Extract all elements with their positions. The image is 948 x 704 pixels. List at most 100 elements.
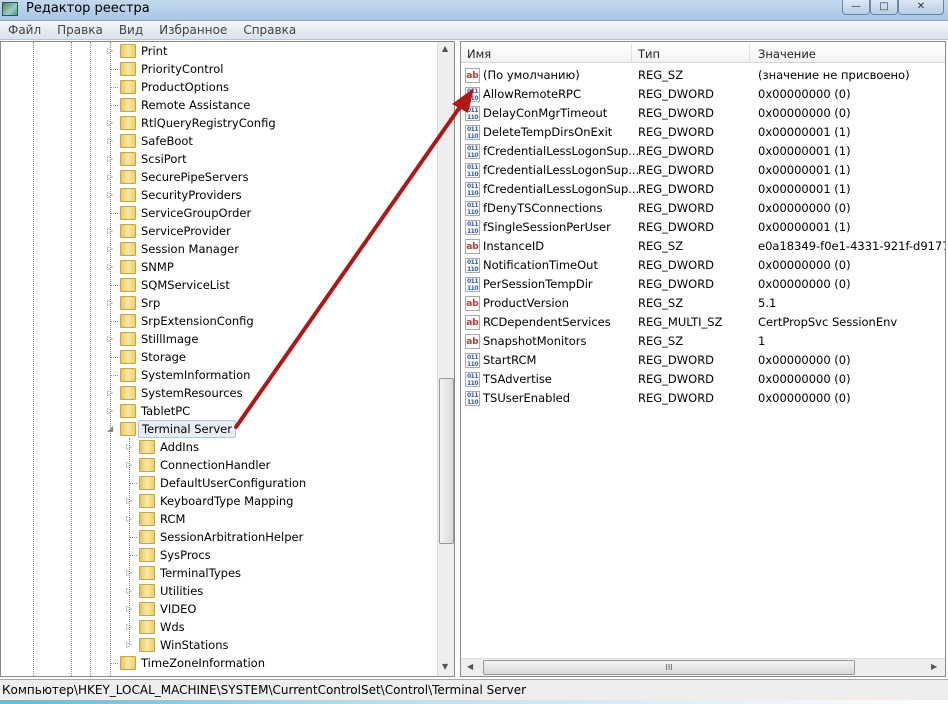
tree-item[interactable]: ▷ Session Manager (1, 240, 436, 258)
tree-item[interactable]: PriorityControl (1, 60, 436, 78)
expand-icon[interactable]: ▷ (107, 132, 115, 150)
tree-item[interactable]: SysProcs (1, 546, 436, 564)
tree-item[interactable]: ◢ Terminal Server (1, 420, 436, 438)
expand-icon[interactable]: ▷ (107, 186, 115, 204)
tree-item[interactable]: Storage (1, 348, 436, 366)
list-row[interactable]: ab (По умолчанию) REG_SZ (значение не присв… (461, 66, 945, 85)
tree-item[interactable]: ▷ TabletPC (1, 402, 436, 420)
tree-item[interactable]: ▷ SystemResources (1, 384, 436, 402)
column-type[interactable]: Тип (638, 47, 660, 61)
minimize-button[interactable]: — (842, 0, 870, 15)
tree-item[interactable]: ▷ Print (1, 42, 436, 60)
tree-item[interactable]: ▷ AddIns (1, 438, 436, 456)
list-row[interactable]: 011 110 PerSessionTempDir REG_DWORD 0x000000… (461, 275, 945, 294)
expand-icon[interactable]: ▷ (107, 42, 115, 60)
collapse-icon[interactable]: ◢ (107, 420, 115, 438)
expand-icon[interactable]: ▷ (107, 150, 115, 168)
list-row[interactable]: ab ProductVersion REG_SZ 5.1 (461, 294, 945, 313)
tree-item[interactable]: SQMServiceList (1, 276, 436, 294)
expand-icon[interactable]: ▷ (107, 168, 115, 186)
list-row[interactable]: 011 110 DelayConMgrTimeout REG_DWORD 0x00000… (461, 104, 945, 123)
tree-item-label: ServiceGroupOrder (141, 206, 252, 220)
expand-icon[interactable]: ▷ (107, 384, 115, 402)
scroll-thumb[interactable]: III (483, 660, 855, 675)
tree-item[interactable]: DefaultUserConfiguration (1, 474, 436, 492)
expand-icon[interactable]: ▷ (126, 618, 134, 636)
expand-icon[interactable]: ▷ (107, 294, 115, 312)
scroll-right-icon[interactable]: ▶ (931, 662, 937, 671)
list-row[interactable]: 011 110 TSUserEnabled REG_DWORD 0x00000000 (… (461, 389, 945, 408)
list-row[interactable]: 011 110 fCredentialLessLogonSup... REG_DWOR… (461, 161, 945, 180)
tree-item[interactable]: ▷ TerminalTypes (1, 564, 436, 582)
expand-icon[interactable]: ▷ (107, 330, 115, 348)
expand-icon[interactable]: ▷ (126, 510, 134, 528)
tree-vertical-scrollbar[interactable]: ▲ ▼ (437, 42, 454, 676)
menu-edit[interactable]: Правка (49, 21, 111, 37)
list-row[interactable]: 011 110 fCredentialLessLogonSup... REG_DWOR… (461, 142, 945, 161)
menu-file[interactable]: Файл (0, 21, 49, 37)
list-row[interactable]: 011 110 TSAdvertise REG_DWORD 0x00000000 (0) (461, 370, 945, 389)
expand-icon[interactable]: ▷ (107, 402, 115, 420)
tree-item[interactable]: SessionArbitrationHelper (1, 528, 436, 546)
tree-item[interactable]: ServiceGroupOrder (1, 204, 436, 222)
expand-icon[interactable]: ▷ (107, 114, 115, 132)
tree-item[interactable]: ▷ SNMP (1, 258, 436, 276)
tree-item[interactable]: SrpExtensionConfig (1, 312, 436, 330)
maximize-button[interactable]: □ (870, 0, 898, 15)
scroll-left-icon[interactable]: ◀ (467, 662, 473, 671)
list-row[interactable]: 011 110 StartRCM REG_DWORD 0x00000000 (0) (461, 351, 945, 370)
expand-icon[interactable]: ▷ (126, 492, 134, 510)
expand-icon[interactable]: ▷ (126, 438, 134, 456)
scroll-up-icon[interactable]: ▲ (442, 44, 448, 53)
tree-item[interactable]: ▷ VIDEO (1, 600, 436, 618)
menu-help[interactable]: Справка (235, 21, 304, 37)
tree-item[interactable]: ▷ ScsiPort (1, 150, 436, 168)
tree-item[interactable]: ProductOptions (1, 78, 436, 96)
tree-item[interactable]: ▷ WinStations (1, 636, 436, 654)
expand-icon[interactable]: ▷ (126, 582, 134, 600)
expand-icon[interactable]: ▷ (107, 222, 115, 240)
tree-item[interactable]: ▷ RtlQueryRegistryConfig (1, 114, 436, 132)
tree-item-label: StillImage (141, 332, 199, 346)
value-name: DelayConMgrTimeout (483, 106, 608, 120)
list-row[interactable]: ab RCDependentServices REG_MULTI_SZ CertPro… (461, 313, 945, 332)
tree-item[interactable]: ▷ SafeBoot (1, 132, 436, 150)
expand-icon[interactable]: ▷ (107, 240, 115, 258)
expand-icon[interactable]: ▷ (126, 636, 134, 654)
menu-favorites[interactable]: Избранное (151, 21, 235, 37)
tree-item-label: SysProcs (160, 548, 211, 562)
tree-item[interactable]: ▷ ServiceProvider (1, 222, 436, 240)
tree-item[interactable]: ▷ ConnectionHandler (1, 456, 436, 474)
list-row[interactable]: 011 110 fCredentialLessLogonSup... REG_DWOR… (461, 180, 945, 199)
scroll-down-icon[interactable]: ▼ (442, 662, 448, 671)
tree-item[interactable]: ▷ Wds (1, 618, 436, 636)
tree-item[interactable]: SystemInformation (1, 366, 436, 384)
list-row[interactable]: 011 110 NotificationTimeOut REG_DWORD 0x0000… (461, 256, 945, 275)
list-horizontal-scrollbar[interactable]: ◀ III ▶ (461, 658, 945, 676)
expand-icon[interactable]: ▷ (126, 456, 134, 474)
column-value[interactable]: Значение (758, 47, 816, 61)
list-row[interactable]: ab InstanceID REG_SZ e0a18349-f0e1-4331-921… (461, 237, 945, 256)
list-row[interactable]: 011 110 DeleteTempDirsOnExit REG_DWORD 0x000… (461, 123, 945, 142)
column-name[interactable]: Имя (467, 47, 491, 61)
expand-icon[interactable]: ▷ (126, 600, 134, 618)
tree-item[interactable]: ▷ Utilities (1, 582, 436, 600)
tree-item[interactable]: Remote Assistance (1, 96, 436, 114)
string-value-icon: ab (465, 68, 480, 83)
tree-item[interactable]: ▷ Srp (1, 294, 436, 312)
tree-item[interactable]: ▷ RCM (1, 510, 436, 528)
list-row[interactable]: 011 110 fSingleSessionPerUser REG_DWORD 0x00… (461, 218, 945, 237)
tree-item[interactable]: ▷ SecurePipeServers (1, 168, 436, 186)
list-row[interactable]: ab SnapshotMonitors REG_SZ 1 (461, 332, 945, 351)
menu-view[interactable]: Вид (111, 21, 151, 37)
list-row[interactable]: 011 110 fDenyTSConnections REG_DWORD 0x00000… (461, 199, 945, 218)
tree-item[interactable]: ▷ SecurityProviders (1, 186, 436, 204)
tree-item[interactable]: TimeZoneInformation (1, 654, 436, 672)
scroll-thumb[interactable] (439, 378, 454, 544)
list-row[interactable]: 011 110 AllowRemoteRPC REG_DWORD 0x00000000 … (461, 85, 945, 104)
expand-icon[interactable]: ▷ (126, 564, 134, 582)
expand-icon[interactable]: ▷ (107, 258, 115, 276)
close-button[interactable]: ✕ (898, 0, 944, 15)
tree-item[interactable]: ▷ KeyboardType Mapping (1, 492, 436, 510)
tree-item[interactable]: ▷ StillImage (1, 330, 436, 348)
